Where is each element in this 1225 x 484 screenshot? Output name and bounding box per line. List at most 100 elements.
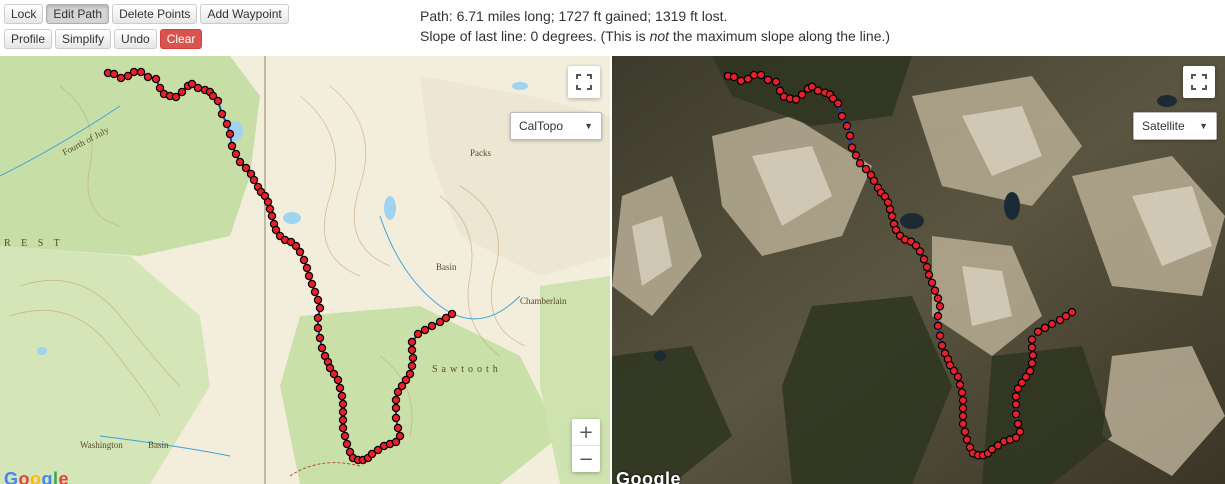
route-point[interactable]: [177, 87, 187, 97]
route-point[interactable]: [933, 311, 943, 321]
route-point[interactable]: [407, 337, 417, 347]
route-point[interactable]: [391, 403, 401, 413]
map-layer-select-right[interactable]: Satellite ▼: [1133, 112, 1217, 140]
route-point[interactable]: [315, 303, 325, 313]
map-layer-select-left[interactable]: CalTopo ▼: [510, 112, 602, 140]
route-point[interactable]: [771, 77, 781, 87]
route-point[interactable]: [171, 92, 181, 102]
route-point[interactable]: [960, 427, 970, 436]
edit-path-button[interactable]: Edit Path: [46, 4, 110, 24]
route-point[interactable]: [263, 197, 273, 207]
route-point[interactable]: [222, 119, 232, 129]
route-point[interactable]: [1011, 409, 1021, 419]
route-point[interactable]: [1015, 427, 1025, 436]
zoom-in-button[interactable]: +: [572, 419, 600, 445]
route-point[interactable]: [953, 372, 963, 382]
route-point[interactable]: [887, 211, 897, 221]
route-point[interactable]: [217, 109, 227, 119]
route-point[interactable]: [955, 380, 965, 389]
route-point[interactable]: [407, 361, 417, 371]
route-point[interactable]: [962, 435, 972, 444]
route-point[interactable]: [116, 73, 126, 83]
route-point[interactable]: [213, 96, 223, 106]
route-point[interactable]: [227, 141, 237, 151]
route-point[interactable]: [241, 163, 251, 173]
route-point[interactable]: [847, 143, 857, 152]
route-point[interactable]: [937, 341, 947, 350]
route-point[interactable]: [855, 159, 865, 168]
route-point[interactable]: [304, 271, 314, 281]
fullscreen-toggle-right[interactable]: [1183, 66, 1215, 98]
route-point[interactable]: [338, 407, 348, 417]
route-point[interactable]: [1027, 358, 1037, 368]
route-point[interactable]: [958, 411, 968, 421]
route-point[interactable]: [749, 70, 759, 80]
zoom-out-button[interactable]: −: [572, 446, 600, 472]
route-point[interactable]: [315, 333, 325, 343]
route-point[interactable]: [845, 131, 855, 140]
route-point[interactable]: [924, 270, 934, 280]
route-point[interactable]: [958, 419, 968, 429]
route-point[interactable]: [407, 345, 417, 355]
route-point[interactable]: [933, 321, 943, 331]
route-point[interactable]: [1011, 400, 1021, 409]
route-point[interactable]: [231, 149, 241, 159]
route-point[interactable]: [136, 67, 146, 77]
route-point[interactable]: [393, 423, 403, 433]
route-point[interactable]: [129, 67, 139, 77]
route-point[interactable]: [919, 255, 929, 264]
route-point[interactable]: [338, 415, 348, 425]
route-point[interactable]: [265, 204, 275, 214]
route-point[interactable]: [1025, 366, 1035, 376]
route-point[interactable]: [413, 329, 423, 339]
route-point[interactable]: [1067, 307, 1077, 317]
route-point[interactable]: [193, 83, 203, 93]
route-point[interactable]: [927, 278, 937, 287]
route-point[interactable]: [837, 111, 847, 121]
route-point[interactable]: [935, 331, 945, 340]
delete-points-button[interactable]: Delete Points: [112, 4, 198, 24]
lock-button[interactable]: Lock: [4, 4, 44, 24]
route-point[interactable]: [958, 404, 968, 413]
route-point[interactable]: [313, 313, 323, 323]
route-point[interactable]: [405, 369, 415, 379]
satellite-map[interactable]: Satellite ▼ Google: [612, 56, 1225, 484]
route-point[interactable]: [335, 383, 345, 393]
route-point[interactable]: [797, 90, 807, 99]
route-point[interactable]: [391, 395, 401, 405]
route-point[interactable]: [756, 70, 766, 80]
route-point[interactable]: [313, 295, 323, 305]
route-point[interactable]: [851, 151, 861, 160]
route-point[interactable]: [302, 263, 312, 273]
route-point[interactable]: [791, 95, 801, 104]
route-point[interactable]: [313, 323, 323, 333]
clear-button[interactable]: Clear: [159, 29, 203, 49]
route-point[interactable]: [299, 255, 309, 265]
route-point[interactable]: [267, 211, 277, 221]
route-point[interactable]: [333, 375, 343, 385]
route-point[interactable]: [813, 86, 823, 95]
route-point[interactable]: [842, 121, 852, 131]
route-point[interactable]: [143, 72, 153, 82]
route-point[interactable]: [930, 286, 940, 295]
route-point[interactable]: [337, 391, 347, 401]
add-waypoint-button[interactable]: Add Waypoint: [200, 4, 289, 24]
topo-map[interactable]: R E S T Packs Washington Basin Sawtooth …: [0, 56, 610, 484]
route-point[interactable]: [420, 325, 430, 335]
route-point[interactable]: [395, 431, 405, 441]
route-point[interactable]: [729, 72, 739, 82]
route-point[interactable]: [1040, 323, 1050, 333]
route-point[interactable]: [295, 247, 305, 257]
profile-button[interactable]: Profile: [4, 29, 53, 49]
route-point[interactable]: [310, 287, 320, 297]
route-point[interactable]: [340, 431, 350, 441]
undo-button[interactable]: Undo: [114, 29, 157, 49]
route-point[interactable]: [391, 413, 401, 423]
route-point[interactable]: [447, 309, 457, 319]
route-point[interactable]: [151, 74, 161, 84]
route-point[interactable]: [885, 205, 895, 214]
route-point[interactable]: [317, 343, 327, 353]
route-point[interactable]: [109, 69, 119, 79]
route-point[interactable]: [408, 353, 418, 363]
route-point[interactable]: [342, 439, 352, 449]
